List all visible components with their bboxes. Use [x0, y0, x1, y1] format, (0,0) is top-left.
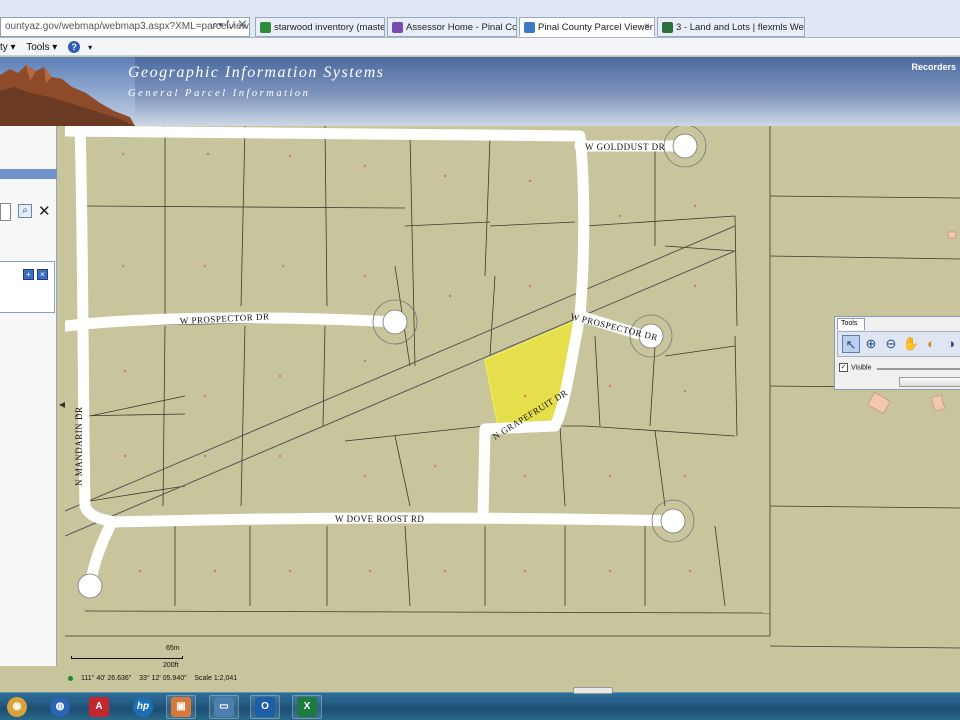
- screen: ountyaz.gov/webmap/webmap3.aspx?XML=parc…: [0, 0, 960, 720]
- chrome-icon[interactable]: ◉: [2, 695, 32, 719]
- railway-corridor: [65, 225, 736, 537]
- page-icon: [524, 22, 535, 33]
- excel-icon[interactable]: X: [292, 695, 322, 719]
- clear-icon[interactable]: ✕: [38, 202, 51, 220]
- scale-metric: 65m: [166, 645, 180, 652]
- tools-progress-bar: [899, 377, 960, 387]
- status-dot-icon: [68, 675, 73, 681]
- add-icon[interactable]: +: [23, 269, 34, 280]
- dropdown-icon[interactable]: ▾: [218, 19, 223, 31]
- select-arrow-icon[interactable]: ↖: [842, 335, 860, 353]
- tab-parcel-viewer[interactable]: Pinal County Parcel Viewer ×: [519, 17, 655, 37]
- latitude: 33° 12' 05.940": [139, 675, 187, 682]
- stop-icon[interactable]: ✕: [238, 19, 246, 31]
- scale-bar: 65m 200ft 111° 40' 26.636" 33° 12' 05.94…: [68, 645, 268, 685]
- left-panel: ⌕ ✕ + ×: [0, 126, 57, 666]
- visible-checkbox[interactable]: ✓: [839, 363, 848, 372]
- longitude: 111° 40' 26.636": [80, 675, 132, 682]
- zoom-out-icon[interactable]: ⊖: [882, 335, 900, 353]
- label-golddust: W GOLDDUST DR: [585, 142, 665, 152]
- scale-imperial: 200ft: [163, 662, 179, 669]
- search-field[interactable]: [0, 203, 11, 221]
- tab-label: Pinal County Parcel Viewer: [538, 22, 653, 33]
- page-icon: [392, 22, 403, 33]
- label-dove-roost: W DOVE ROOST RD: [335, 514, 424, 524]
- map-panel-grip[interactable]: [573, 687, 613, 694]
- visible-toggle[interactable]: ✓ Visible: [839, 363, 872, 372]
- zoom-to-icon[interactable]: ⌕: [18, 204, 32, 218]
- close-tab-icon[interactable]: ×: [644, 21, 650, 32]
- photo-app-icon[interactable]: ▣: [166, 695, 196, 719]
- banner-title: Geographic Information Systems: [128, 64, 385, 81]
- zoom-next-icon[interactable]: ◑: [942, 335, 960, 353]
- google-earth-icon[interactable]: ◍: [45, 695, 75, 719]
- outlook-icon[interactable]: O: [250, 695, 280, 719]
- superstition-mountain-logo: [0, 57, 135, 126]
- zoom-prev-icon[interactable]: ◐: [922, 335, 940, 353]
- safety-menu[interactable]: ty ▾: [0, 42, 16, 53]
- tools-window[interactable]: Tools ↖ ⊕ ⊖ ✋ ◐ ◑ ✓ Visible: [834, 316, 960, 390]
- cul-de-sacs: [77, 126, 707, 599]
- acrobat-icon[interactable]: A: [84, 695, 114, 719]
- tab-assessor-home[interactable]: Assessor Home - Pinal County: [387, 17, 517, 37]
- scale-line: [71, 656, 183, 659]
- site-banner: Geographic Information Systems General P…: [0, 57, 960, 126]
- refresh-icon[interactable]: ↻: [226, 19, 235, 31]
- help-icon[interactable]: ?: [68, 41, 81, 53]
- visible-label: Visible: [851, 364, 872, 372]
- parcel-map[interactable]: W GOLDDUST DR W PROSPECTOR DR W PROSPECT…: [65, 126, 960, 692]
- panel-header-bar: [0, 169, 57, 179]
- help-dropdown-icon[interactable]: ▾: [88, 43, 92, 52]
- hp-icon[interactable]: hp: [128, 695, 158, 719]
- tab-label: starwood inventory (master co...: [274, 22, 385, 33]
- tools-menu[interactable]: Tools ▾: [26, 42, 57, 53]
- tab-flexmls[interactable]: 3 - Land and Lots | flexmls Web: [657, 17, 805, 37]
- window-app-icon[interactable]: ▭: [209, 695, 239, 719]
- page-icon: [662, 22, 673, 33]
- label-mandarin: N MANDARIN DR: [74, 406, 84, 486]
- spreadsheet-icon: [260, 22, 271, 33]
- windows-taskbar: ◉ ◍ A hp ▣ ▭ O X: [0, 687, 960, 720]
- recorders-link[interactable]: Recorders: [911, 62, 956, 72]
- coordinate-readout: 111° 40' 26.636" 33° 12' 05.940" Scale 1…: [68, 675, 237, 682]
- tools-tab[interactable]: Tools: [837, 318, 865, 330]
- scale-ratio: Scale 1:2,041: [194, 675, 238, 682]
- opacity-slider[interactable]: [877, 368, 960, 370]
- parcel-centroids: [121, 152, 697, 573]
- browser-tab-bar: ountyaz.gov/webmap/webmap3.aspx?XML=parc…: [0, 0, 960, 38]
- banner-subtitle: General Parcel Information: [128, 88, 311, 99]
- address-bar-buttons: ⌕▾ ↻ ✕: [212, 19, 247, 32]
- zoom-in-icon[interactable]: ⊕: [862, 335, 880, 353]
- tab-label: Assessor Home - Pinal County: [406, 22, 517, 33]
- remove-icon[interactable]: ×: [37, 269, 48, 280]
- tab-label: 3 - Land and Lots | flexmls Web: [676, 22, 805, 33]
- pan-hand-icon[interactable]: ✋: [902, 335, 920, 353]
- command-bar: ty ▾ Tools ▾ ? ▾: [0, 38, 960, 56]
- tab-starwood-inventory[interactable]: starwood inventory (master co...: [255, 17, 385, 37]
- map-canvas[interactable]: W GOLDDUST DR W PROSPECTOR DR W PROSPECT…: [65, 126, 960, 692]
- tools-toolbar: ↖ ⊕ ⊖ ✋ ◐ ◑: [837, 331, 960, 357]
